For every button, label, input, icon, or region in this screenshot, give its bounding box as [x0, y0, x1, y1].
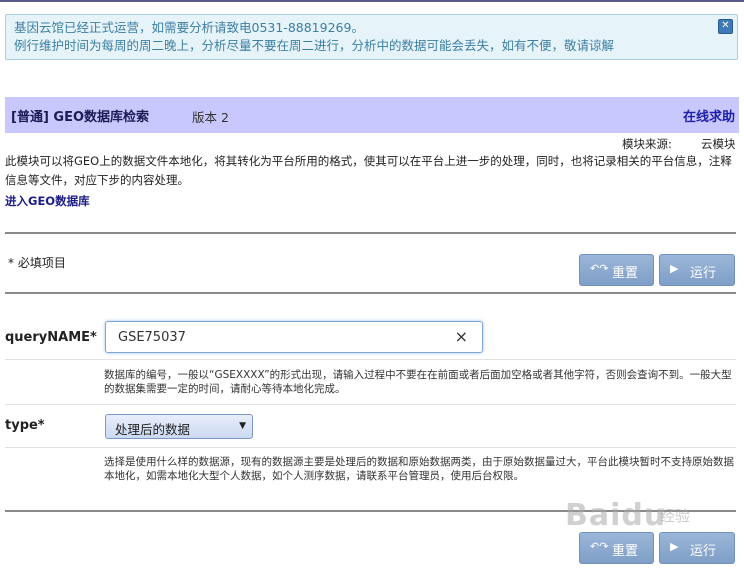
- notice-banner: 基因云馆已经正式运营，如需要分析请致电0531-88819269。 例行维护时间…: [5, 14, 738, 60]
- query-name-label: queryNAME*: [5, 330, 97, 345]
- divider: [5, 292, 736, 294]
- geo-database-link[interactable]: 进入GEO数据库: [5, 193, 90, 209]
- required-note: * 必填项目: [8, 256, 66, 270]
- module-description: 此模块可以将GEO上的数据文件本地化，将其转化为平台所用的格式，使其可以在平台上…: [5, 154, 732, 187]
- run-button-bottom[interactable]: ▶ 运行: [659, 532, 735, 564]
- reset-arrows-icon: ↶↷: [590, 540, 609, 553]
- reset-button-bottom[interactable]: ↶↷ 重置: [579, 532, 654, 564]
- notice-line-2: 例行维护时间为每周的周二晚上，分析尽量不要在周二进行，分析中的数据可能会丢失，如…: [14, 38, 615, 53]
- query-name-help: 数据库的编号，一般以“GSEXXXX”的形式出现，请输入过程中不要在在前面或者后…: [104, 369, 732, 395]
- module-title-bar: [普通] GEO数据库检索 版本 2 在线求助: [5, 97, 739, 133]
- module-source-label: 模块来源:: [622, 137, 672, 151]
- query-name-value[interactable]: GSE75037: [118, 330, 186, 345]
- watermark-text: 经验: [660, 507, 691, 525]
- run-button[interactable]: ▶ 运行: [659, 254, 735, 286]
- reset-button-label: 重置: [612, 266, 639, 281]
- top-border: [0, 0, 744, 2]
- type-label: type*: [5, 418, 45, 433]
- divider: [5, 232, 736, 234]
- reset-arrows-icon: ↶↷: [590, 262, 609, 275]
- watermark-logo: Baidu: [565, 498, 667, 533]
- module-source-value: 云模块: [701, 137, 736, 151]
- type-select[interactable]: 处理后的数据 ▼: [105, 414, 253, 439]
- play-icon: ▶: [670, 540, 679, 553]
- page-title: [普通] GEO数据库检索: [11, 110, 150, 125]
- clear-icon[interactable]: ×: [455, 327, 468, 346]
- close-icon[interactable]: ✕: [718, 19, 733, 34]
- query-name-input[interactable]: GSE75037 ×: [105, 321, 483, 353]
- reset-button-label: 重置: [612, 544, 639, 559]
- caret-down-icon: ▼: [239, 421, 246, 431]
- play-icon: ▶: [670, 262, 679, 275]
- run-button-label: 运行: [690, 266, 717, 281]
- row-separator: [5, 404, 736, 405]
- type-selected-value: 处理后的数据: [115, 422, 191, 437]
- type-help: 选择是使用什么样的数据源，现有的数据源主要是处理后的数据和原始数据两类，由于原始…: [104, 456, 734, 482]
- notice-line-1: 基因云馆已经正式运营，如需要分析请致电0531-88819269。: [14, 20, 364, 35]
- run-button-label: 运行: [690, 544, 717, 559]
- version-label: 版本 2: [192, 110, 229, 125]
- row-separator: [5, 359, 736, 360]
- reset-button[interactable]: ↶↷ 重置: [579, 254, 654, 286]
- online-help-link[interactable]: 在线求助: [683, 106, 735, 125]
- row-separator: [5, 447, 736, 448]
